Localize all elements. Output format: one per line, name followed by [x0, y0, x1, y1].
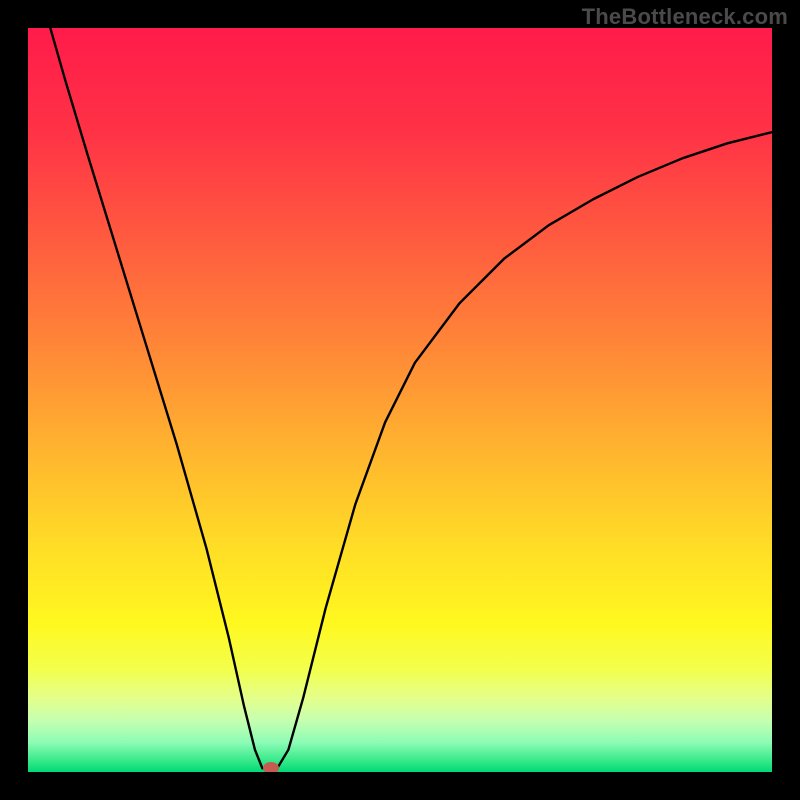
plot-area — [28, 28, 772, 772]
optimal-point-marker — [263, 762, 279, 772]
watermark-text: TheBottleneck.com — [582, 4, 788, 30]
bottleneck-curve — [28, 28, 772, 772]
chart-frame: TheBottleneck.com — [0, 0, 800, 800]
